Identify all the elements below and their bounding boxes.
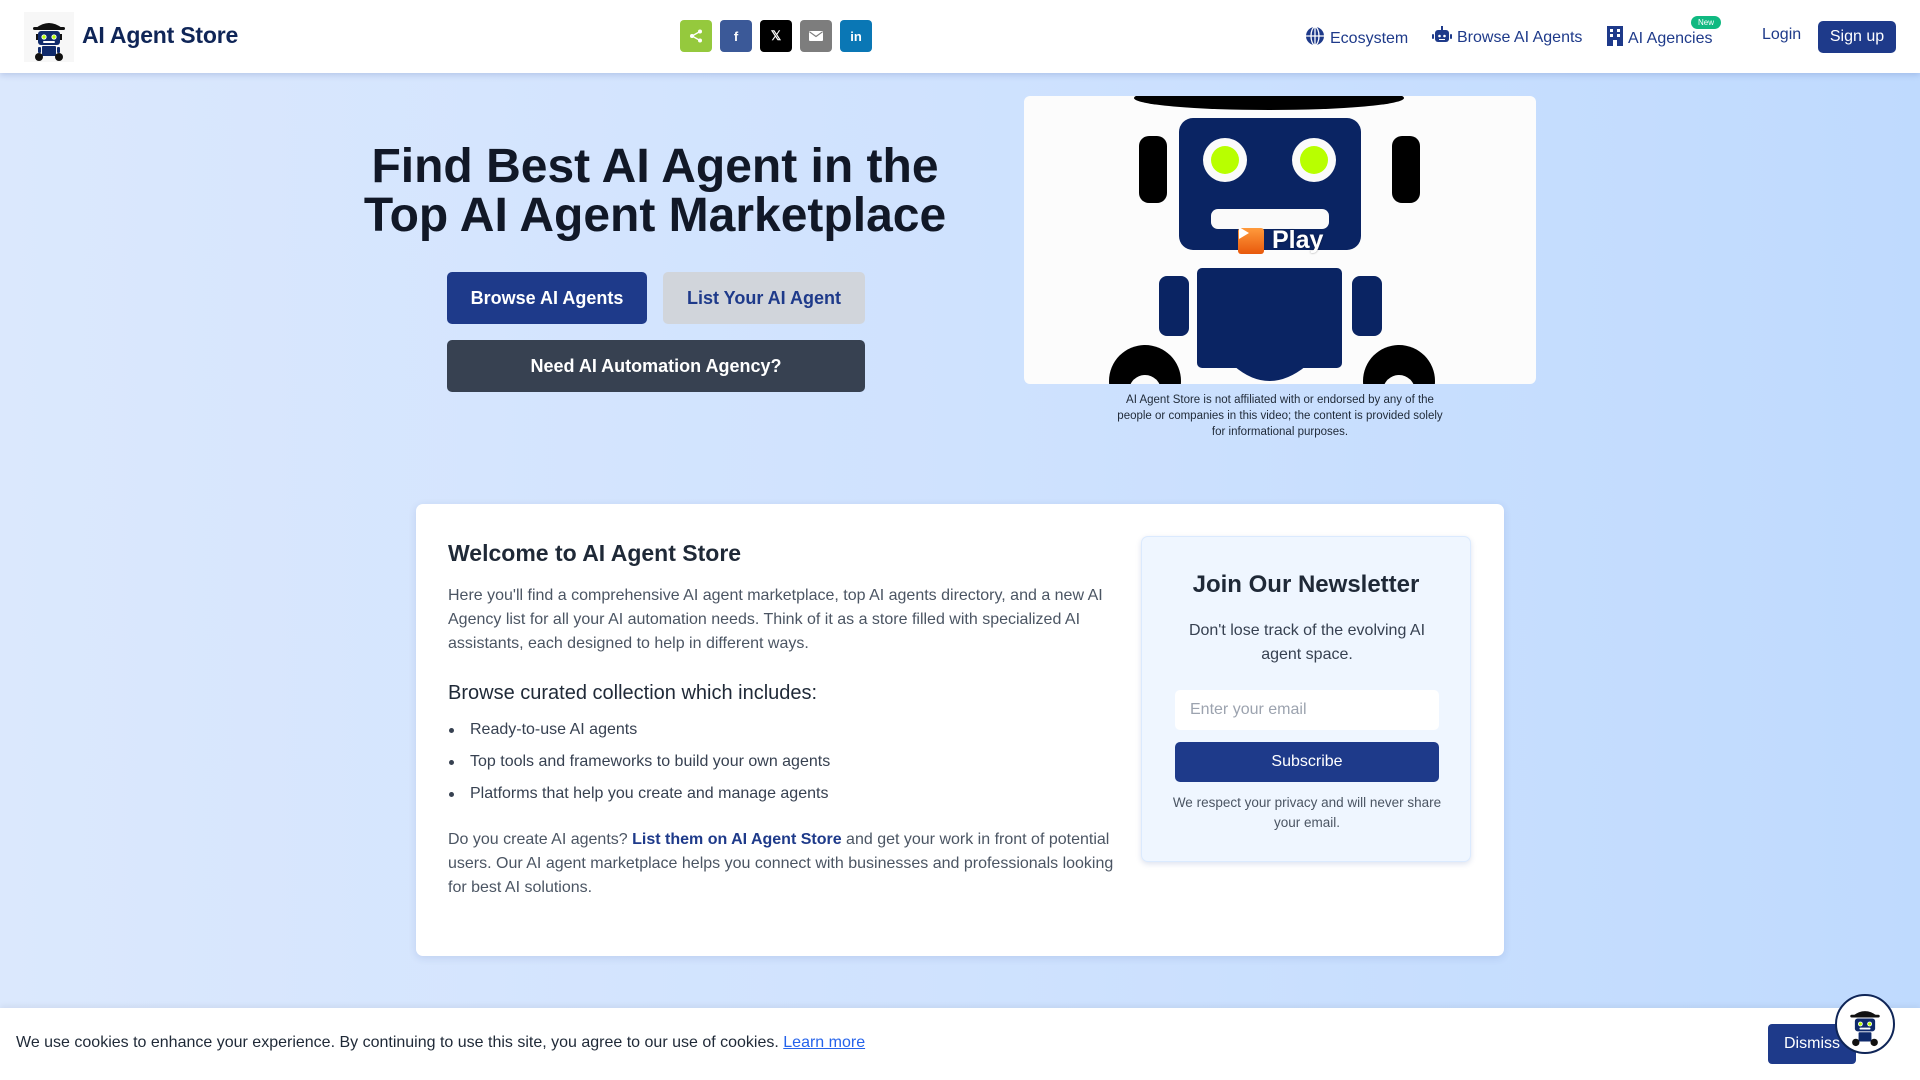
signup-button[interactable]: Sign up [1818,21,1896,53]
newsletter-box: Join Our Newsletter Don't lose track of … [1141,536,1471,862]
newsletter-description: Don't lose track of the evolving AI agen… [1188,622,1426,663]
share-icon[interactable] [680,20,712,52]
robot-logo-icon[interactable] [24,12,74,62]
share-bar: f 𝕏 in [680,20,872,52]
list-item-text: Top tools and frameworks to build your o… [470,753,831,770]
list-them-link[interactable]: List them on AI Agent Store [632,831,841,848]
bullet [449,792,454,797]
nav-ecosystem-label: Ecosystem [1330,29,1409,47]
newsletter-title: Join Our Newsletter [1192,571,1420,598]
cta-prefix: Do you create AI agents? [448,831,633,848]
login-link[interactable]: Login [1762,26,1801,44]
subscribe-button[interactable]: Subscribe [1175,742,1439,782]
play-label: Play [1272,226,1324,254]
list-item-text: Platforms that help you create and manag… [470,785,829,802]
hero-title-line2: Top AI Agent Marketplace [363,189,947,242]
cookie-banner: We use cookies to enhance your experienc… [0,1008,1920,1080]
list-item-text: Ready-to-use AI agents [470,721,638,738]
cookie-message: We use cookies to enhance your experienc… [16,1034,865,1052]
nav-ecosystem[interactable]: Ecosystem [1305,26,1408,51]
nav-browse-label: Browse AI Agents [1457,28,1583,46]
bullet [449,760,454,765]
x-icon[interactable]: 𝕏 [760,20,792,52]
welcome-card: Welcome to AI Agent Store Here you'll fi… [416,504,1504,956]
welcome-intro: Here you'll find a comprehensive AI agen… [448,587,1103,652]
list-item: Ready-to-use AI agents [448,714,830,746]
nav-agencies-label: AI Agencies [1628,29,1713,47]
learn-more-link[interactable]: Learn more [783,1034,865,1051]
robot-icon [1432,26,1452,49]
globe-icon [1305,26,1325,51]
welcome-title: Welcome to AI Agent Store [448,540,742,566]
newsletter-email-input[interactable] [1175,690,1439,730]
hero-title-line1: Find Best AI Agent in the [371,140,939,193]
collection-subtitle: Browse curated collection which includes… [448,682,818,704]
play-icon [1238,227,1264,254]
video-disclaimer: AI Agent Store is not affiliated with or… [1117,394,1443,438]
cookie-text: We use cookies to enhance your experienc… [16,1034,784,1051]
brand-title[interactable]: AI Agent Store [82,22,238,49]
new-badge: New [1691,16,1722,29]
email-icon[interactable] [800,20,832,52]
linkedin-icon[interactable]: in [840,20,872,52]
creator-cta: Do you create AI agents? List them on AI… [448,828,1118,900]
facebook-icon[interactable]: f [720,20,752,52]
collection-list: Ready-to-use AI agents Top tools and fra… [448,714,830,810]
list-item: Platforms that help you create and manag… [448,778,830,810]
site-header: AI Agent Store f 𝕏 in Ecosystem Browse A… [0,0,1920,73]
ai-automation-agency-button[interactable]: Need AI Automation Agency? [447,340,865,392]
facebook-glyph: f [733,28,739,44]
list-your-ai-agent-button[interactable]: List Your AI Agent [663,272,865,324]
linkedin-glyph: in [850,28,862,44]
intro-video[interactable]: Play [1024,96,1536,384]
x-glyph: 𝕏 [770,28,782,43]
privacy-note: We respect your privacy and will never s… [1172,795,1442,830]
building-icon [1607,26,1623,51]
chat-assistant-avatar-icon[interactable] [1835,994,1895,1054]
hero-title: Find Best AI Agent in the Top AI Agent M… [340,142,970,240]
nav-ai-agencies[interactable]: AI Agencies New [1607,16,1722,51]
list-item: Top tools and frameworks to build your o… [448,746,830,778]
nav-browse-ai-agents[interactable]: Browse AI Agents [1432,26,1582,49]
bullet [449,728,454,733]
play-button[interactable]: Play [1238,226,1323,255]
browse-ai-agents-button[interactable]: Browse AI Agents [447,272,647,324]
